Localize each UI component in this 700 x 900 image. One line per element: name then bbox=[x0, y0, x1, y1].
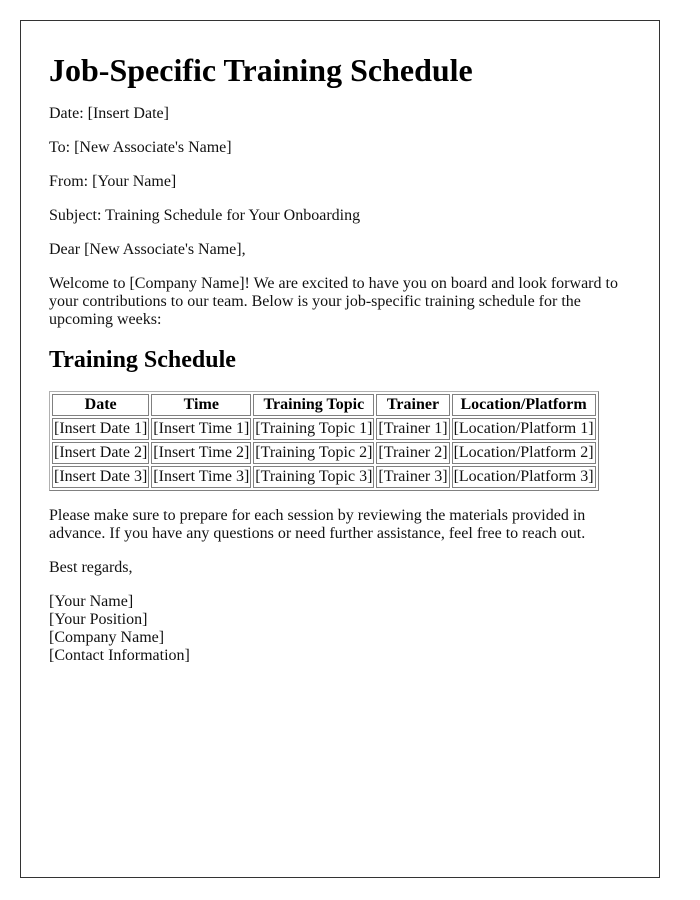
intro-paragraph: Welcome to [Company Name]! We are excite… bbox=[49, 275, 618, 328]
subject-line: Subject: Training Schedule for Your Onbo… bbox=[49, 207, 361, 224]
letter-page: Job-Specific Training Schedule Date: [In… bbox=[20, 20, 660, 878]
signature-name: [Your Name] bbox=[49, 593, 134, 610]
cell-date: [Insert Date 3] bbox=[52, 466, 150, 488]
cell-time: [Insert Time 1] bbox=[151, 418, 252, 440]
from-line: From: [Your Name] bbox=[49, 173, 177, 190]
closing-paragraph: Please make sure to prepare for each ses… bbox=[49, 507, 586, 542]
header-date: Date bbox=[52, 394, 150, 416]
signature-contact: [Contact Information] bbox=[49, 647, 190, 664]
table-row: [Insert Date 3] [Insert Time 3] [Trainin… bbox=[52, 466, 596, 488]
cell-trainer: [Trainer 1] bbox=[376, 418, 450, 440]
cell-trainer: [Trainer 3] bbox=[376, 466, 450, 488]
header-time: Time bbox=[151, 394, 252, 416]
cell-date: [Insert Date 1] bbox=[52, 418, 150, 440]
header-trainer: Trainer bbox=[376, 394, 450, 416]
signature-position: [Your Position] bbox=[49, 611, 148, 628]
cell-time: [Insert Time 3] bbox=[151, 466, 252, 488]
table-header-row: Date Time Training Topic Trainer Locatio… bbox=[52, 394, 596, 416]
training-schedule-table: Date Time Training Topic Trainer Locatio… bbox=[49, 391, 599, 491]
document-title: Job-Specific Training Schedule bbox=[49, 52, 473, 88]
cell-date: [Insert Date 2] bbox=[52, 442, 150, 464]
section-heading: Training Schedule bbox=[49, 347, 236, 373]
cell-location-platform: [Location/Platform 2] bbox=[451, 442, 596, 464]
cell-time: [Insert Time 2] bbox=[151, 442, 252, 464]
cell-training-topic: [Training Topic 1] bbox=[253, 418, 375, 440]
salutation: Dear [New Associate's Name], bbox=[49, 241, 246, 258]
header-location-platform: Location/Platform bbox=[451, 394, 596, 416]
cell-location-platform: [Location/Platform 1] bbox=[451, 418, 596, 440]
table-row: [Insert Date 2] [Insert Time 2] [Trainin… bbox=[52, 442, 596, 464]
date-line: Date: [Insert Date] bbox=[49, 105, 169, 122]
signature-company: [Company Name] bbox=[49, 629, 165, 646]
cell-location-platform: [Location/Platform 3] bbox=[451, 466, 596, 488]
header-training-topic: Training Topic bbox=[253, 394, 375, 416]
signoff: Best regards, bbox=[49, 559, 133, 576]
table-row: [Insert Date 1] [Insert Time 1] [Trainin… bbox=[52, 418, 596, 440]
cell-training-topic: [Training Topic 3] bbox=[253, 466, 375, 488]
signature-block: [Your Name] [Your Position] [Company Nam… bbox=[49, 593, 631, 665]
to-line: To: [New Associate's Name] bbox=[49, 139, 232, 156]
cell-training-topic: [Training Topic 2] bbox=[253, 442, 375, 464]
cell-trainer: [Trainer 2] bbox=[376, 442, 450, 464]
